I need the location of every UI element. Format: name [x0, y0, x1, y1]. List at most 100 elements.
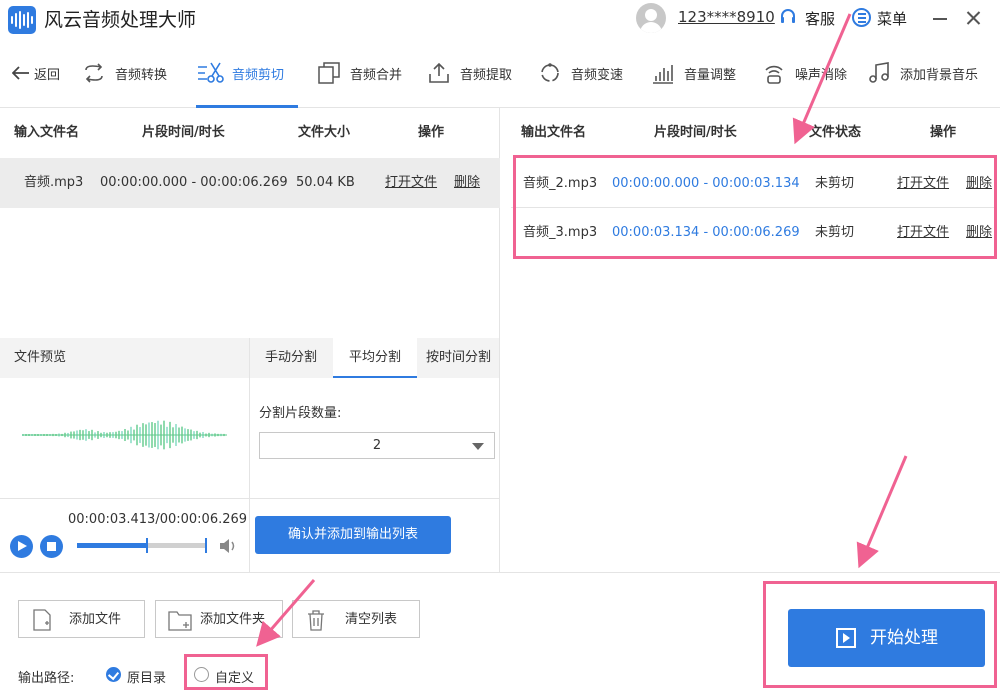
table-row[interactable]: 音频_3.mp3 00:00:03.134 - 00:00:06.269 未剪切…: [501, 208, 1000, 257]
radio-custom-dir[interactable]: [194, 667, 209, 682]
tab-label: 音频合并: [350, 67, 403, 83]
tab-label: 添加背景音乐: [900, 67, 979, 83]
play-square-icon: [836, 628, 856, 648]
column-header: 片段时间/时长: [142, 125, 225, 140]
radio-custom-label[interactable]: 自定义: [215, 667, 254, 686]
file-preview-label: 文件预览: [0, 338, 249, 378]
back-button[interactable]: 返回: [12, 38, 60, 108]
tab-label: 音量调整: [684, 67, 737, 83]
output-panel: 输出文件名 片段时间/时长 文件状态 操作 音频_2.mp3 00:00:00.…: [501, 108, 1000, 572]
tab-add-bgm[interactable]: 添加背景音乐: [868, 38, 978, 108]
start-processing-button[interactable]: 开始处理: [788, 609, 985, 667]
column-header: 文件状态: [809, 125, 862, 140]
avatar[interactable]: [636, 3, 666, 33]
delete-link[interactable]: 删除: [966, 208, 992, 257]
minimize-button[interactable]: [930, 6, 950, 30]
folder-add-icon: [168, 611, 192, 631]
column-header: 文件大小: [298, 125, 351, 140]
file-add-icon: [33, 609, 51, 631]
split-count-select[interactable]: 2: [259, 432, 495, 459]
tab-volume-adjust[interactable]: 音量调整: [652, 38, 736, 108]
add-folder-label: 添加文件夹: [200, 612, 266, 627]
noise-icon: [765, 65, 783, 84]
file-name: 音频_2.mp3: [523, 176, 598, 191]
chevron-down-icon: [472, 443, 484, 450]
function-toolbar: 返回 音频转换 音频剪切 音频合并 音频提取 音频变速 音量调整 噪声消除 添加…: [0, 38, 1000, 108]
split-mode-tabs: 手动分割 平均分割 按时间分割: [250, 338, 499, 378]
speaker-icon[interactable]: [219, 538, 237, 554]
column-header: 输出文件名: [521, 125, 587, 140]
tab-audio-convert[interactable]: 音频转换: [83, 38, 167, 108]
clear-list-button[interactable]: 清空列表: [292, 600, 420, 638]
app-title: 风云音频处理大师: [44, 9, 197, 31]
file-name: 音频_3.mp3: [523, 225, 598, 240]
menu-icon[interactable]: [852, 8, 871, 27]
column-header: 片段时间/时长: [654, 125, 737, 140]
tab-manual-split[interactable]: 手动分割: [250, 338, 332, 378]
radio-original-label[interactable]: 原目录: [127, 667, 166, 686]
table-row[interactable]: 音频_2.mp3 00:00:00.000 - 00:00:03.134 未剪切…: [501, 159, 1000, 208]
extract-icon: [429, 62, 449, 83]
tab-noise-removal[interactable]: 噪声消除: [763, 38, 847, 108]
headset-icon[interactable]: [779, 8, 797, 26]
open-file-link[interactable]: 打开文件: [897, 159, 949, 208]
scissors-icon: [198, 62, 224, 83]
split-count-label: 分割片段数量:: [259, 406, 342, 421]
title-bar: 风云音频处理大师 123****8910 客服 菜单: [0, 0, 1000, 38]
output-path-label: 输出路径:: [18, 671, 75, 686]
file-status: 未剪切: [815, 225, 855, 240]
add-folder-button[interactable]: 添加文件夹: [155, 600, 283, 638]
file-status: 未剪切: [815, 176, 855, 191]
clear-list-label: 清空列表: [345, 612, 398, 627]
slider-handle[interactable]: [145, 538, 148, 553]
stop-button[interactable]: [40, 535, 63, 558]
delete-link[interactable]: 删除: [966, 159, 992, 208]
add-file-button[interactable]: 添加文件: [18, 600, 145, 638]
tab-label: 音频提取: [460, 67, 513, 83]
segment-range: 00:00:00.000 - 00:00:06.269: [100, 175, 288, 190]
tab-audio-merge[interactable]: 音频合并: [318, 38, 402, 108]
user-account-link[interactable]: 123****8910: [678, 8, 775, 26]
app-logo-icon: [8, 6, 36, 34]
volume-bars-icon: [653, 65, 673, 84]
slider-end-marker: [205, 538, 207, 553]
menu-button[interactable]: 菜单: [877, 8, 907, 29]
column-header: 操作: [418, 125, 445, 140]
back-label: 返回: [34, 67, 61, 83]
tab-label: 音频变速: [571, 67, 624, 83]
open-file-link[interactable]: 打开文件: [897, 208, 949, 257]
service-button[interactable]: 客服: [805, 8, 835, 29]
file-size: 50.04 KB: [296, 175, 355, 190]
column-header: 输入文件名: [14, 125, 80, 140]
segment-range: 00:00:00.000 - 00:00:03.134: [612, 176, 800, 191]
table-row[interactable]: 音频.mp3 00:00:00.000 - 00:00:06.269 50.04…: [0, 158, 500, 208]
open-file-link[interactable]: 打开文件: [385, 158, 437, 208]
tab-audio-cut[interactable]: 音频剪切: [196, 38, 298, 108]
tab-average-split[interactable]: 平均分割: [333, 338, 417, 378]
app-window: 风云音频处理大师 123****8910 客服 菜单 返回 音频转换 音频剪切 …: [0, 0, 1000, 694]
trash-icon: [308, 610, 324, 631]
file-name: 音频.mp3: [24, 175, 84, 190]
close-button[interactable]: [963, 6, 985, 30]
input-panel: 输入文件名 片段时间/时长 文件大小 操作 音频.mp3 00:00:00.00…: [0, 108, 500, 572]
radio-original-dir[interactable]: [106, 667, 121, 682]
add-file-label: 添加文件: [69, 612, 122, 627]
convert-icon: [85, 63, 103, 83]
arrow-left-icon: [12, 66, 29, 80]
segment-range: 00:00:03.134 - 00:00:06.269: [612, 225, 800, 240]
start-label: 开始处理: [870, 628, 938, 648]
confirm-add-button[interactable]: 确认并添加到输出列表: [255, 516, 451, 554]
speed-icon: [541, 63, 559, 82]
waveform: [22, 420, 227, 450]
playback-slider[interactable]: [77, 538, 205, 553]
progress-fill: [77, 543, 147, 548]
tab-time-split[interactable]: 按时间分割: [418, 338, 499, 378]
tab-audio-speed[interactable]: 音频变速: [539, 38, 623, 108]
play-button[interactable]: [10, 535, 33, 558]
split-count-value: 2: [372, 438, 382, 453]
divider: [249, 338, 250, 572]
delete-link[interactable]: 删除: [454, 158, 480, 208]
tab-audio-extract[interactable]: 音频提取: [428, 38, 512, 108]
tab-label: 噪声消除: [795, 67, 848, 83]
playback-time: 00:00:03.413/00:00:06.269: [68, 512, 248, 527]
